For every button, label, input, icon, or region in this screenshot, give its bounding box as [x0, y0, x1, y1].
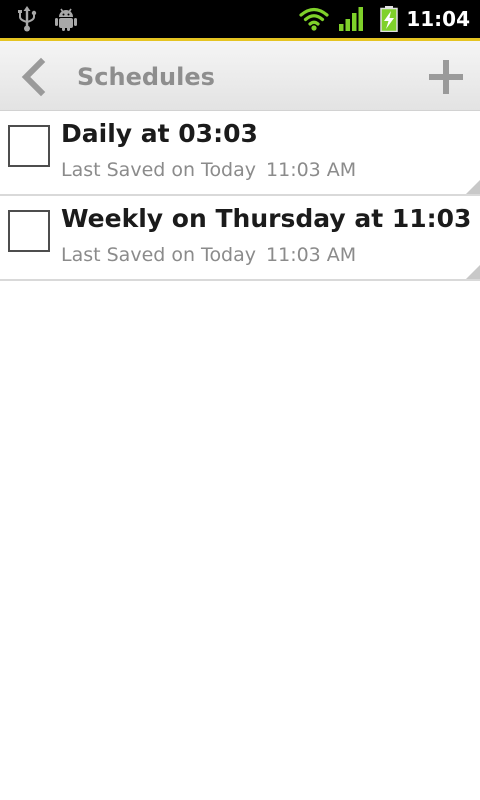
signal-icon	[339, 7, 363, 31]
last-saved-label: Last Saved on Today	[61, 244, 257, 266]
schedule-last-saved: Last Saved on Today 11:03 AM	[61, 159, 356, 181]
schedule-last-saved: Last Saved on Today 11:03 AM	[61, 244, 356, 266]
page-title: Schedules	[77, 63, 215, 91]
action-bar: Schedules	[0, 41, 480, 111]
battery-charging-icon	[380, 6, 398, 32]
schedule-row[interactable]: Weekly on Thursday at 11:03 Last Saved o…	[0, 196, 480, 281]
usb-icon	[18, 6, 37, 32]
wifi-icon	[299, 7, 329, 31]
plus-icon[interactable]	[426, 57, 466, 97]
last-saved-time: 11:03 AM	[266, 159, 357, 181]
android-debug-icon	[55, 8, 77, 31]
status-bar: 11:04	[0, 0, 480, 38]
schedule-list: Daily at 03:03 Last Saved on Today 11:03 …	[0, 111, 480, 281]
chevron-left-icon[interactable]	[14, 57, 54, 97]
schedule-checkbox[interactable]	[8, 125, 50, 167]
last-saved-time: 11:03 AM	[266, 244, 357, 266]
schedule-title: Weekly on Thursday at 11:03	[61, 204, 472, 233]
context-menu-corner-indicator	[466, 180, 480, 194]
status-time: 11:04	[406, 7, 470, 31]
schedule-title: Daily at 03:03	[61, 119, 258, 148]
schedule-checkbox[interactable]	[8, 210, 50, 252]
context-menu-corner-indicator	[466, 265, 480, 279]
schedule-row[interactable]: Daily at 03:03 Last Saved on Today 11:03 …	[0, 111, 480, 196]
last-saved-label: Last Saved on Today	[61, 159, 257, 181]
